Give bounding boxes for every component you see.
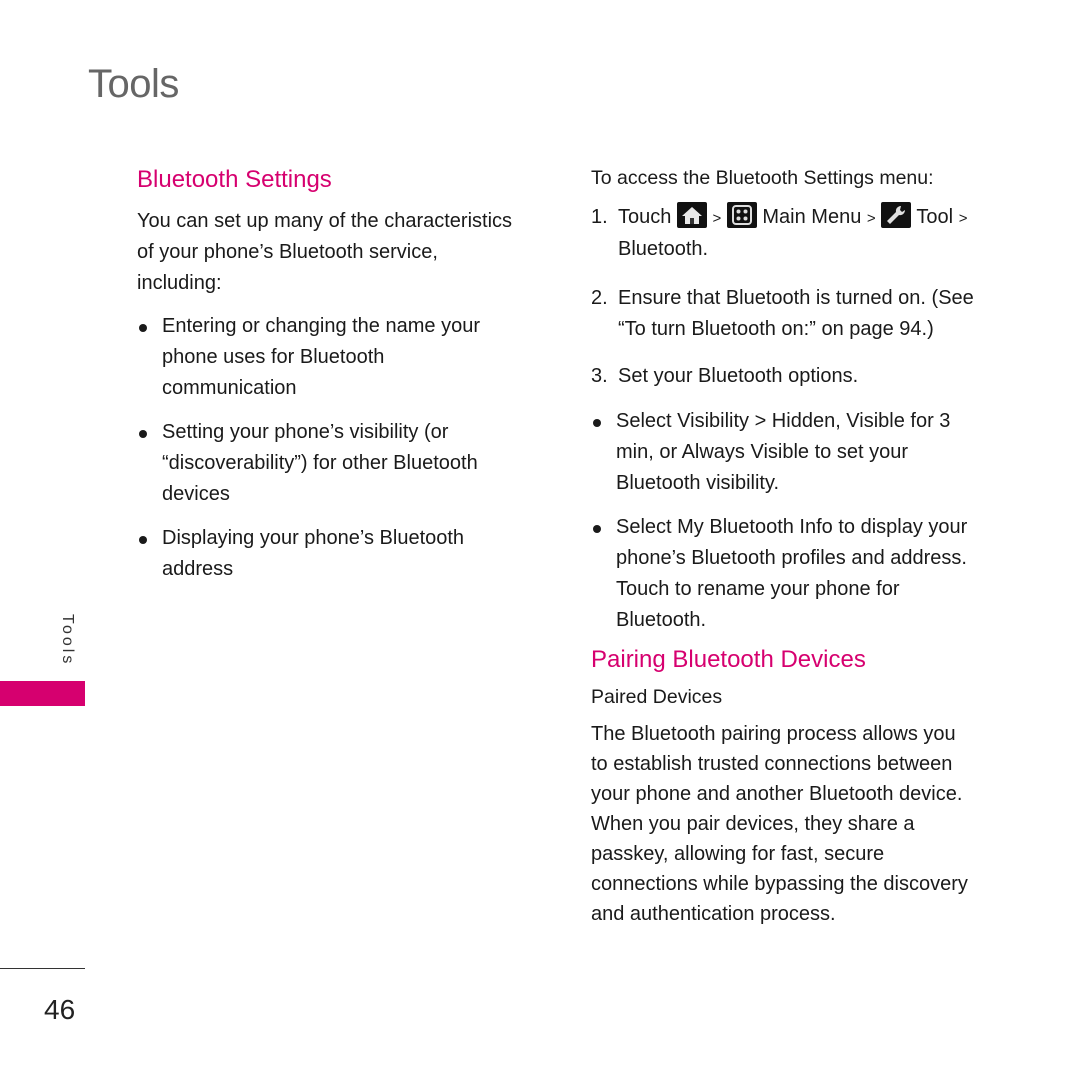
wrench-icon xyxy=(881,202,912,228)
bullet-line: Displaying your phone’s Bluetooth xyxy=(162,527,465,549)
bullet-line: Bluetooth. xyxy=(616,609,707,631)
bullet-item: Setting your phone’s visibility (or “dis… xyxy=(137,417,557,510)
bullet-line: Select My Bluetooth Info to display your xyxy=(616,516,968,538)
step-number: 2. xyxy=(591,287,608,309)
bullet-line: Bluetooth visibility. xyxy=(616,472,780,494)
bluetooth-settings-heading: Bluetooth Settings xyxy=(137,166,332,193)
bullet-line: devices xyxy=(162,483,230,505)
bullet-line: communication xyxy=(162,377,297,399)
paired-devices-subheading: Paired Devices xyxy=(591,686,723,708)
left-column: Bluetooth Settings You can set up many o… xyxy=(137,166,557,585)
step-text: Touch xyxy=(618,206,672,228)
step-2: 2. Ensure that Bluetooth is turned on. (… xyxy=(591,283,1011,345)
side-tab-label: Tools xyxy=(59,614,76,667)
home-icon xyxy=(676,202,707,228)
right-column: To access the Bluetooth Settings menu: 1… xyxy=(591,167,1011,929)
bullet-line: phone uses for Bluetooth xyxy=(162,346,385,368)
pairing-heading: Pairing Bluetooth Devices xyxy=(591,646,866,673)
step-line: Ensure that Bluetooth is turned on. (See xyxy=(618,287,974,309)
step-3: 3. Set your Bluetooth options. xyxy=(591,361,1011,392)
grid-menu-icon xyxy=(726,202,757,228)
step-line: Set your Bluetooth options. xyxy=(618,365,859,387)
bullet-item: Displaying your phone’s Bluetooth addres… xyxy=(137,523,557,585)
bullet-item: Select My Bluetooth Info to display your… xyxy=(591,512,1011,636)
body-line: passkey, allowing for fast, secure xyxy=(591,843,885,865)
step-number: 1. xyxy=(591,206,608,228)
step-number: 3. xyxy=(591,365,608,387)
bullet-line: address xyxy=(162,558,234,580)
bullet-item: Select Visibility > Hidden, Visible for … xyxy=(591,406,1011,499)
tool-label: Tool xyxy=(916,206,954,228)
body-line: your phone and another Bluetooth device. xyxy=(591,783,963,805)
section-title: Tools xyxy=(88,62,179,106)
step-line: “To turn Bluetooth on:” on page 94.) xyxy=(618,318,934,340)
intro-line: You can set up many of the characteristi… xyxy=(137,210,513,232)
intro-paragraph: You can set up many of the characteristi… xyxy=(137,206,557,299)
page-number: 46 xyxy=(44,994,76,1025)
bullet-line: min, or Always Visible to set your xyxy=(616,441,908,463)
separator: > xyxy=(866,210,876,227)
body-line: to establish trusted connections between xyxy=(591,753,953,775)
main-menu-label: Main Menu xyxy=(762,206,862,228)
body-line: connections while bypassing the discover… xyxy=(591,873,968,895)
body-line: When you pair devices, they share a xyxy=(591,813,915,835)
body-line: The Bluetooth pairing process allows you xyxy=(591,723,956,745)
bullet-line: Setting your phone’s visibility (or xyxy=(162,421,449,443)
footer-rule xyxy=(0,968,85,969)
intro-line: including: xyxy=(137,272,222,294)
access-heading: To access the Bluetooth Settings menu: xyxy=(591,167,934,189)
body-line: and authentication process. xyxy=(591,903,836,925)
bullet-line: Touch to rename your phone for xyxy=(616,578,900,600)
bullet-line: phone’s Bluetooth profiles and address. xyxy=(616,547,967,569)
step-1: 1. Touch > Main Menu > Tool > Bluetooth. xyxy=(591,202,1011,265)
bullet-line: Select Visibility > Hidden, Visible for … xyxy=(616,410,951,432)
side-tab-bar xyxy=(0,681,85,706)
bluetooth-label: Bluetooth. xyxy=(618,238,709,260)
bullet-line: “discoverability”) for other Bluetooth xyxy=(162,452,478,474)
paired-devices-body: The Bluetooth pairing process allows you… xyxy=(591,719,1011,929)
bullet-item: Entering or changing the name your phone… xyxy=(137,311,557,404)
intro-line: of your phone’s Bluetooth service, xyxy=(137,241,438,263)
separator: > xyxy=(712,210,722,227)
bullet-line: Entering or changing the name your xyxy=(162,315,480,337)
separator: > xyxy=(958,210,968,227)
